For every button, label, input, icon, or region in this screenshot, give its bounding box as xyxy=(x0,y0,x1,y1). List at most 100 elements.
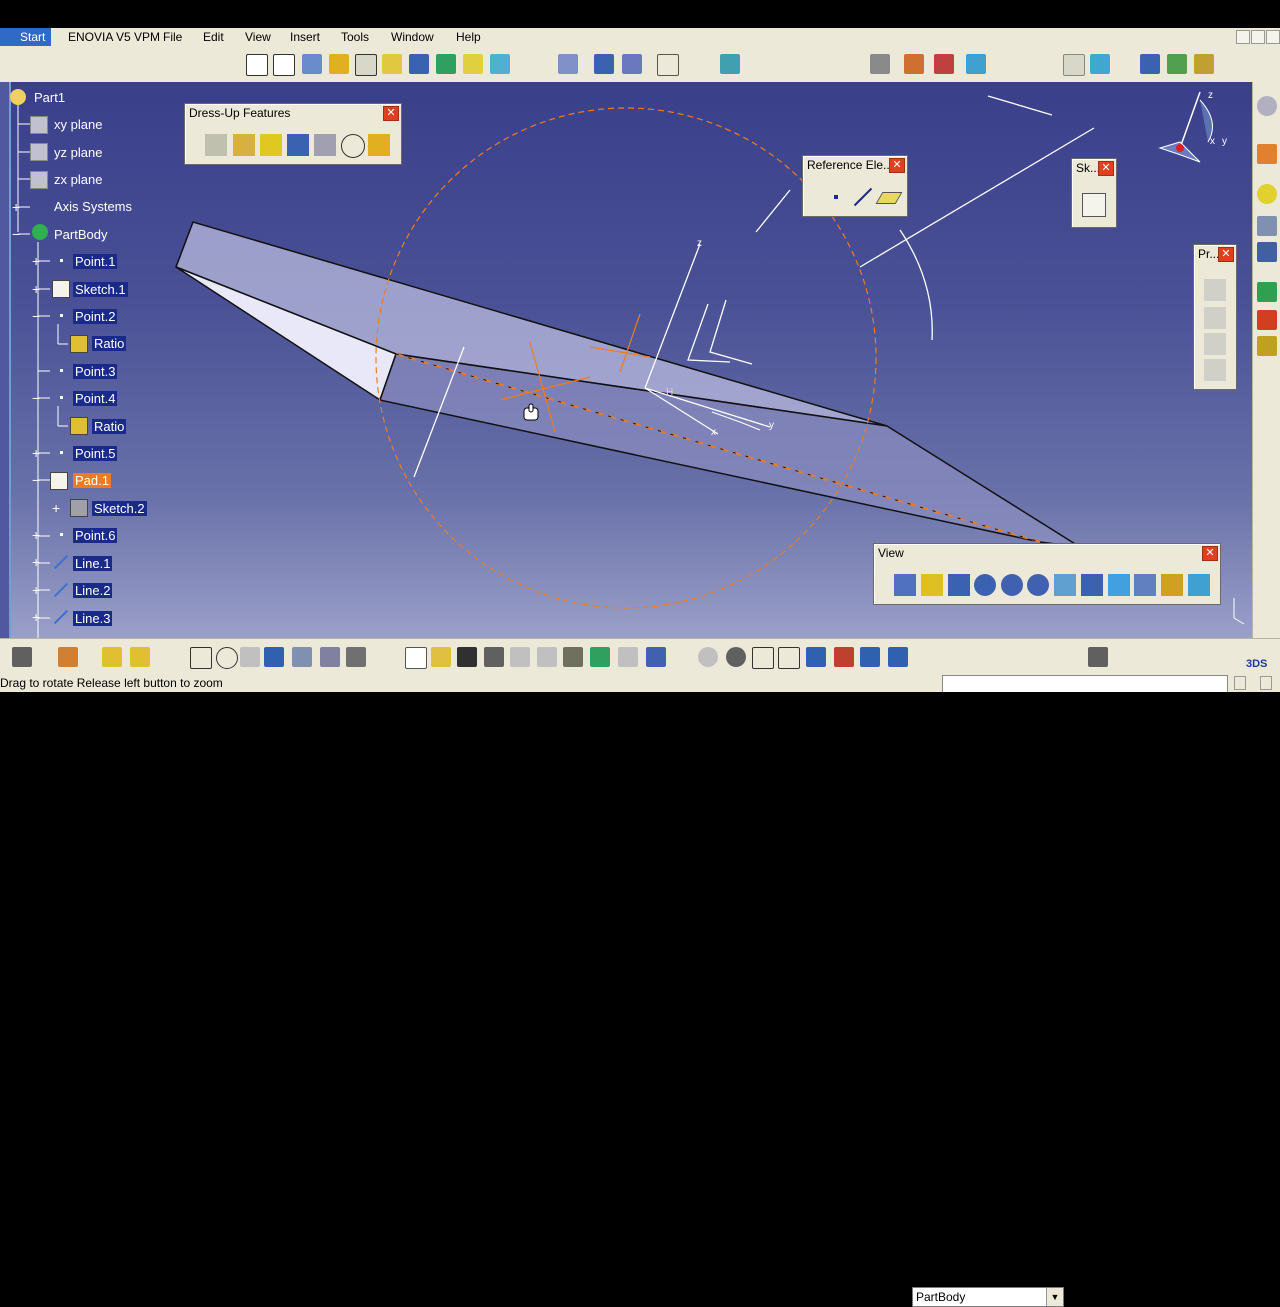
assembly-icon[interactable] xyxy=(1088,647,1108,667)
comment-icon[interactable] xyxy=(216,647,238,669)
whats-this-icon[interactable] xyxy=(646,647,666,667)
tree-item-pad1[interactable]: Pad.1 xyxy=(73,473,111,488)
hole-icon[interactable] xyxy=(355,54,377,76)
expand-point5[interactable]: + xyxy=(32,446,40,460)
sketch-icon[interactable] xyxy=(1082,193,1106,217)
close-window-button[interactable] xyxy=(1266,30,1280,44)
tree-item-point1[interactable]: Point.1 xyxy=(73,254,118,269)
swap-space-icon[interactable] xyxy=(1188,574,1210,596)
tree-item-line3[interactable]: Line.3 xyxy=(73,611,113,626)
tree-item-point3[interactable]: Point.3 xyxy=(73,364,118,379)
status-button-2[interactable] xyxy=(1260,676,1272,690)
zoom-in-icon[interactable] xyxy=(1001,574,1023,596)
menu-file[interactable]: File xyxy=(163,30,182,44)
reference-close-button[interactable]: ✕ xyxy=(889,158,905,173)
constraint-icon[interactable] xyxy=(1140,54,1160,74)
tree-item-line1[interactable]: Line.1 xyxy=(73,556,113,571)
tree-item-yz-plane[interactable]: yz plane xyxy=(54,145,102,160)
settings-icon[interactable] xyxy=(1257,96,1277,116)
paste-icon[interactable] xyxy=(563,647,583,667)
select-icon[interactable] xyxy=(1257,144,1277,164)
product-tool-1-icon[interactable] xyxy=(1204,279,1226,301)
check-icon[interactable] xyxy=(346,647,366,667)
hide-icon[interactable] xyxy=(834,647,854,667)
text-icon[interactable] xyxy=(1090,54,1110,74)
catalog-browser-icon[interactable] xyxy=(1257,216,1277,236)
groove-icon[interactable] xyxy=(329,54,349,74)
point-icon[interactable] xyxy=(825,186,847,208)
menu-insert[interactable]: Insert xyxy=(290,30,320,44)
manipulate-icon[interactable] xyxy=(726,647,746,667)
tree-item-xy-plane[interactable]: xy plane xyxy=(54,117,102,132)
tree-item-point2[interactable]: Point.2 xyxy=(73,309,118,324)
tree-item-axis-systems[interactable]: Axis Systems xyxy=(54,199,132,214)
open-file-icon[interactable] xyxy=(431,647,451,667)
transform-icon[interactable] xyxy=(594,54,614,74)
rib-icon[interactable] xyxy=(382,54,402,74)
catalog-icon[interactable] xyxy=(1194,54,1214,74)
curvature-icon[interactable] xyxy=(966,54,986,74)
expand-axis-systems[interactable]: + xyxy=(12,200,20,214)
dressup-features-toolbar[interactable]: Dress-Up Features ✕ xyxy=(184,103,402,165)
draft-analysis-icon[interactable] xyxy=(934,54,954,74)
table-icon[interactable] xyxy=(264,647,284,667)
cut-icon[interactable] xyxy=(510,647,530,667)
hierarchy-icon[interactable] xyxy=(292,647,312,667)
print-icon[interactable] xyxy=(484,647,504,667)
restore-button[interactable] xyxy=(1251,30,1265,44)
fit-all-icon[interactable] xyxy=(921,574,943,596)
feature-1-icon[interactable] xyxy=(1257,282,1277,302)
undo-icon[interactable] xyxy=(590,647,610,667)
line-icon[interactable] xyxy=(851,186,873,208)
tree-item-ratio2[interactable]: Ratio xyxy=(92,419,127,434)
isometric-view-icon[interactable] xyxy=(1108,574,1130,596)
update-icon[interactable] xyxy=(698,647,718,667)
shading-icon[interactable] xyxy=(1134,574,1156,596)
expand-sketch2[interactable]: + xyxy=(52,501,60,515)
multi-view-icon[interactable] xyxy=(1081,574,1103,596)
layers-2-icon[interactable] xyxy=(130,647,150,667)
fly-mode-icon[interactable] xyxy=(894,574,916,596)
stiffener-icon[interactable] xyxy=(436,54,456,74)
menu-enovia[interactable]: ENOVIA V5 VPM xyxy=(68,30,160,44)
shell-icon[interactable] xyxy=(287,134,309,156)
rotate-icon[interactable] xyxy=(974,574,996,596)
redo-icon[interactable] xyxy=(618,647,638,667)
tree-item-point5[interactable]: Point.5 xyxy=(73,446,118,461)
view-close-button[interactable]: ✕ xyxy=(1202,546,1218,561)
chevron-down-icon[interactable]: ▼ xyxy=(1046,1288,1063,1306)
knowledge-2-icon[interactable] xyxy=(240,647,260,667)
command-input[interactable] xyxy=(942,675,1228,693)
specification-tree[interactable]: + − + + − − + − + + + + + Part1 xy plane… xyxy=(0,82,200,638)
hide-show-icon[interactable] xyxy=(1161,574,1183,596)
collapse-point4[interactable]: − xyxy=(32,391,40,405)
tree-item-point4[interactable]: Point.4 xyxy=(73,391,118,406)
annotation-icon[interactable] xyxy=(1063,54,1085,76)
layers-icon[interactable] xyxy=(102,647,122,667)
collapse-point2[interactable]: − xyxy=(32,309,40,323)
zoom-out-icon[interactable] xyxy=(1027,574,1049,596)
multi-section-icon[interactable] xyxy=(463,54,483,74)
pattern-icon[interactable] xyxy=(622,54,642,74)
camera-icon[interactable] xyxy=(12,647,32,667)
pad-icon[interactable] xyxy=(246,54,268,76)
lock-icon[interactable] xyxy=(320,647,340,667)
apply-material-icon[interactable] xyxy=(870,54,890,74)
plane-icon[interactable] xyxy=(875,186,903,208)
product-tool-4-icon[interactable] xyxy=(1204,359,1226,381)
shaft-icon[interactable] xyxy=(302,54,322,74)
tree-item-sketch1[interactable]: Sketch.1 xyxy=(73,282,128,297)
product-tool-3-icon[interactable] xyxy=(1204,333,1226,355)
menu-help[interactable]: Help xyxy=(456,30,481,44)
formula-icon[interactable] xyxy=(190,647,212,669)
reference-elements-toolbar[interactable]: Reference Ele... ✕ xyxy=(802,155,908,217)
products-toolbar[interactable]: Pr... ✕ xyxy=(1193,244,1237,390)
surface-icon[interactable] xyxy=(720,54,740,74)
menu-view[interactable]: View xyxy=(245,30,271,44)
pocket-icon[interactable] xyxy=(273,54,295,76)
expand-sketch1[interactable]: + xyxy=(32,282,40,296)
boolean-icon[interactable] xyxy=(558,54,578,74)
menu-tools[interactable]: Tools xyxy=(341,30,369,44)
draft-icon[interactable] xyxy=(260,134,282,156)
slot-icon[interactable] xyxy=(409,54,429,74)
